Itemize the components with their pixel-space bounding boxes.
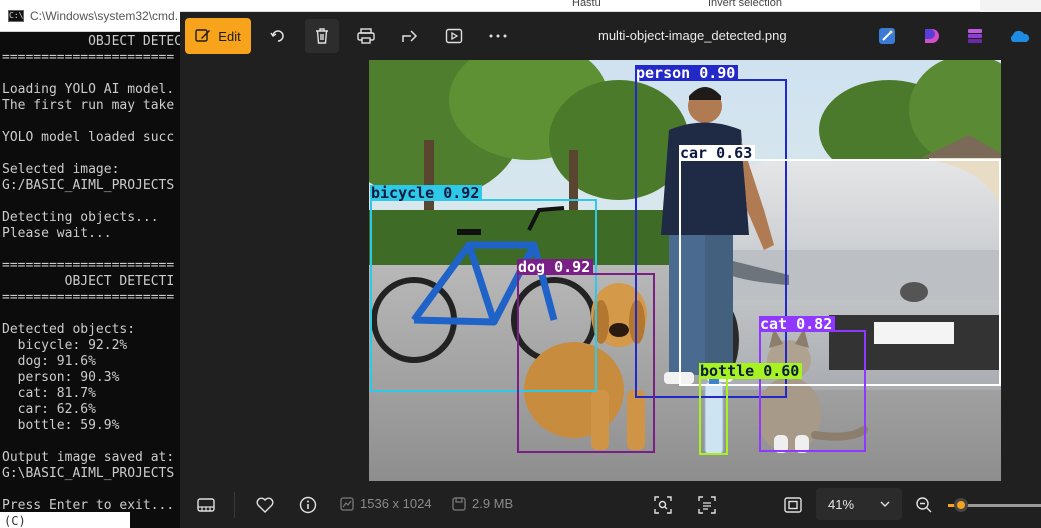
info-button[interactable] (292, 489, 324, 521)
cmd-icon: C:\ (8, 9, 24, 22)
detection-label-bicycle: bicycle 0.92 (370, 185, 483, 201)
detection-label-bottle: bottle 0.60 (699, 363, 803, 379)
more-icon (489, 34, 507, 38)
fit-window-icon (784, 497, 802, 513)
detection-label-cat: cat 0.82 (759, 316, 836, 332)
viewer-bottom-bar: 1536 x 1024 2.9 MB 41% (180, 482, 1041, 528)
stack-app-button[interactable] (963, 24, 987, 48)
zoom-value: 41% (828, 496, 855, 512)
onedrive-icon (1010, 30, 1030, 42)
scan-text-button[interactable] (691, 489, 723, 521)
visual-search-button[interactable] (647, 489, 679, 521)
file-name-title: multi-object-image_detected.png (598, 28, 787, 43)
background-window-strip: Hastu Invert selection (180, 0, 980, 12)
fit-to-window-button[interactable] (777, 489, 809, 521)
stack-icon (968, 29, 982, 43)
image-dimensions: 1536 x 1024 (340, 496, 432, 511)
visual-search-icon (654, 496, 672, 514)
filmstrip-icon (197, 498, 215, 512)
clipchamp-app-button[interactable] (919, 24, 943, 48)
dimensions-icon (340, 496, 354, 511)
detection-label-dog: dog 0.92 (517, 259, 594, 275)
filmstrip-button[interactable] (190, 489, 222, 521)
viewer-toolbar: Edit multi-object-image_detected.png (180, 12, 1041, 60)
zoom-out-icon (916, 497, 932, 513)
background-tab-b: Invert selection (708, 0, 782, 9)
zoom-slider-track[interactable] (958, 504, 1041, 507)
chevron-down-icon (880, 501, 890, 507)
more-options-button[interactable] (481, 19, 515, 53)
print-icon (357, 28, 375, 44)
edit-icon (195, 29, 211, 42)
edit-button[interactable]: Edit (185, 18, 251, 54)
slideshow-button[interactable] (437, 19, 471, 53)
clipchamp-icon (925, 29, 939, 43)
background-tab-a: Hastu (572, 0, 601, 9)
file-size-text: 2.9 MB (472, 496, 514, 511)
designer-icon (879, 28, 895, 44)
trash-icon (316, 28, 328, 44)
zoom-out-button[interactable] (908, 489, 940, 521)
zoom-dropdown[interactable]: 41% (816, 488, 902, 520)
image-canvas[interactable]: person 0.90 car 0.63 bicycle 0.92 dog 0.… (180, 60, 1041, 482)
info-icon (299, 496, 317, 514)
onedrive-app-button[interactable] (1007, 24, 1031, 48)
detection-box-bottle: bottle 0.60 (699, 363, 803, 455)
dimensions-text: 1536 x 1024 (360, 496, 432, 511)
share-icon (402, 30, 418, 42)
detection-label-person: person 0.90 (635, 65, 739, 81)
scan-text-icon (698, 496, 716, 514)
photo-viewer-window: Edit multi-object-image_detected.png per… (180, 12, 1041, 528)
zoom-slider-thumb[interactable] (954, 498, 968, 512)
bottom-separator (234, 492, 235, 518)
slideshow-icon (445, 28, 463, 44)
print-button[interactable] (349, 19, 383, 53)
share-button[interactable] (393, 19, 427, 53)
delete-button[interactable] (305, 19, 339, 53)
cmd-prompt-strip: (C) (0, 512, 130, 528)
rotate-icon (270, 30, 284, 42)
detection-box-cat: cat 0.82 (759, 316, 866, 452)
file-size: 2.9 MB (452, 496, 513, 511)
desktop: C:\ C:\Windows\system32\cmd. OBJECT DETE… (0, 0, 1041, 528)
detection-label-car: car 0.63 (679, 145, 756, 161)
heart-icon (256, 497, 274, 513)
detection-box-dog: dog 0.92 (517, 259, 655, 453)
rotate-button[interactable] (261, 19, 295, 53)
cmd-prompt-text: (C) (4, 514, 26, 528)
cmd-title: C:\Windows\system32\cmd. (30, 8, 179, 23)
favorite-button[interactable] (249, 489, 281, 521)
save-disk-icon (452, 496, 466, 511)
designer-app-button[interactable] (875, 24, 899, 48)
detected-photo[interactable]: person 0.90 car 0.63 bicycle 0.92 dog 0.… (369, 60, 1001, 481)
edit-label: Edit (218, 28, 241, 44)
app-shortcuts (875, 24, 1031, 48)
